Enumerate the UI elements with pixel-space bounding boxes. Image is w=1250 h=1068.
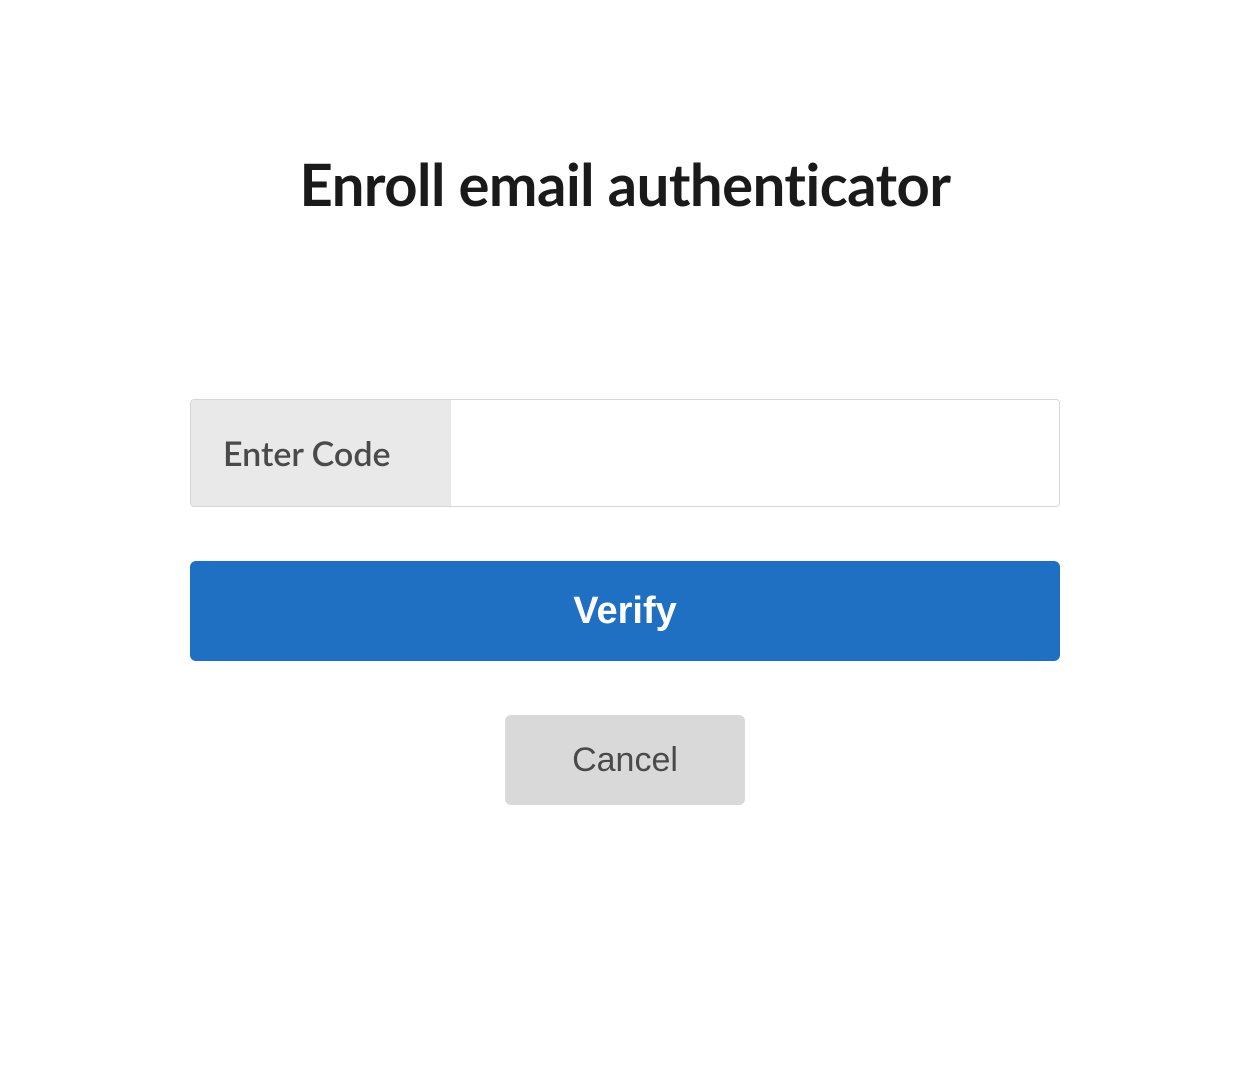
enroll-form: Enter Code Verify Cancel: [190, 399, 1060, 805]
page-title: Enroll email authenticator: [300, 150, 951, 219]
code-input-group: Enter Code: [190, 399, 1060, 507]
code-input-label: Enter Code: [191, 400, 451, 506]
verify-button[interactable]: Verify: [190, 561, 1060, 661]
cancel-button[interactable]: Cancel: [505, 715, 745, 805]
code-input[interactable]: [451, 400, 1059, 506]
